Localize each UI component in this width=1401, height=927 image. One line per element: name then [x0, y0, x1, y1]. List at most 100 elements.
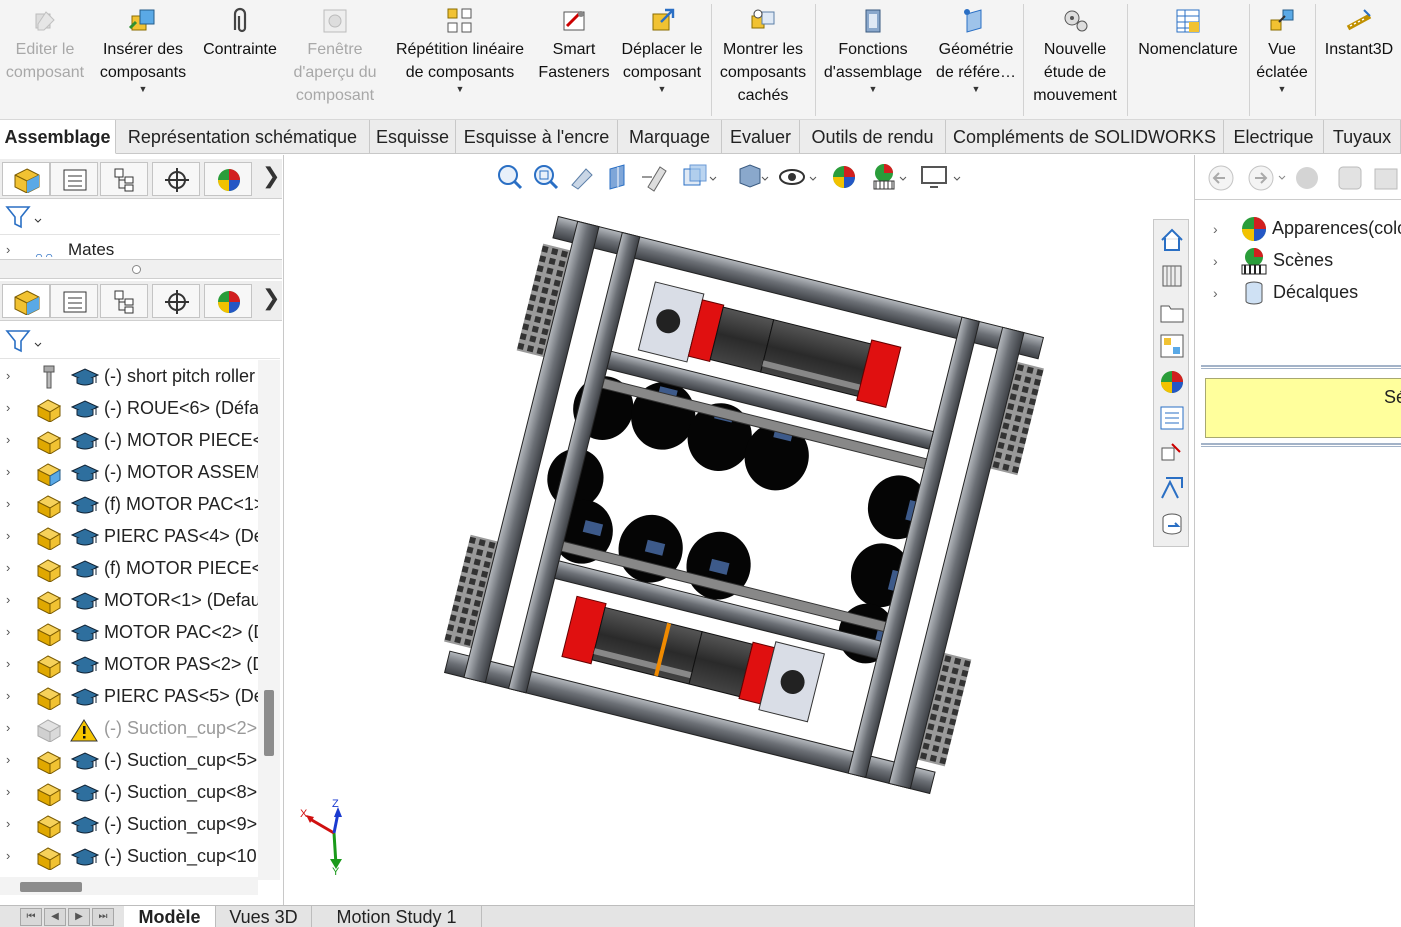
configuration-manager-tab[interactable]	[100, 162, 148, 196]
part-stack-icon[interactable]	[1374, 168, 1398, 190]
chevron-down-icon[interactable]: ▼	[386, 84, 534, 94]
file-explorer-icon[interactable]	[1158, 298, 1186, 326]
view-orientation-icon[interactable]	[683, 164, 717, 186]
tree-item[interactable]: › (-) MOTOR ASSEMB	[0, 456, 258, 488]
move-component-button[interactable]: Déplacer le composant ▼	[614, 4, 710, 94]
expand-arrow-icon[interactable]: ›	[6, 808, 10, 840]
exploded-view-button[interactable]: Vue éclatée ▼	[1251, 4, 1313, 94]
expand-arrow-icon[interactable]: ›	[6, 744, 10, 776]
vertical-scrollbar[interactable]	[258, 360, 280, 880]
expand-arrow-icon[interactable]: ›	[6, 392, 10, 424]
expand-arrow-icon[interactable]: ›	[6, 680, 10, 712]
expand-arrow-icon[interactable]: ›	[6, 584, 10, 616]
tab-assemblage[interactable]: Assemblage	[0, 120, 116, 154]
solidworks-forum-icon[interactable]	[1158, 438, 1186, 466]
tab-addins[interactable]: Compléments de SOLIDWORKS	[946, 120, 1224, 154]
previous-tab-button[interactable]: ◀	[44, 908, 66, 926]
component-cylinder-icon[interactable]	[1338, 166, 1362, 190]
tab-evaluate[interactable]: Evaluer	[722, 120, 800, 154]
bill-of-materials-button[interactable]: Nomenclature	[1129, 4, 1247, 61]
tab-ink-sketch[interactable]: Esquisse à l'encre	[456, 120, 618, 154]
task-item-decals[interactable]: › Décalques	[1213, 279, 1358, 307]
edit-component-button[interactable]: Editer le composant	[0, 4, 90, 84]
tab-schematic[interactable]: Représentation schématique	[116, 120, 370, 154]
expand-arrow-icon[interactable]: ›	[1213, 253, 1235, 269]
chevron-down-icon[interactable]: ▼	[931, 84, 1021, 94]
expand-arrow-icon[interactable]: ›	[1213, 285, 1235, 301]
appearances-scenes-icon[interactable]	[1158, 368, 1186, 396]
display-manager-tab[interactable]	[204, 284, 252, 318]
tree-item[interactable]: › (-) MOTOR PIECE<1	[0, 424, 258, 456]
tree-item[interactable]: › PIERC PAS<5> (Dét	[0, 680, 258, 712]
chevron-down-icon[interactable]: ▼	[817, 84, 929, 94]
scrollbar-thumb[interactable]	[264, 690, 274, 756]
home-icon[interactable]	[1158, 226, 1186, 254]
insert-components-button[interactable]: Insérer des composants ▼	[92, 4, 194, 94]
tab-markup[interactable]: Marquage	[618, 120, 722, 154]
tab-3d-views[interactable]: Vues 3D	[216, 906, 312, 927]
feature-manager-tab[interactable]	[2, 162, 50, 196]
expand-arrow-icon[interactable]: ›	[6, 776, 10, 808]
expand-arrow-icon[interactable]: ›	[6, 648, 10, 680]
appearance-ball-icon[interactable]	[1296, 167, 1318, 189]
component-preview-button[interactable]: Fenêtre d'aperçu du composant	[286, 4, 384, 107]
chevron-down-icon[interactable]: ▼	[614, 84, 710, 94]
assembly-3d-model[interactable]	[404, 185, 1084, 825]
expand-arrow-icon[interactable]: ›	[6, 840, 10, 872]
design-library-icon[interactable]	[1158, 262, 1186, 290]
graphics-area[interactable]: X Y Z	[284, 155, 1194, 905]
expand-arrow-icon[interactable]: ›	[6, 237, 10, 257]
first-tab-button[interactable]: ⏮	[20, 908, 42, 926]
tree-item[interactable]: › MOTOR PAC<2> (D	[0, 616, 258, 648]
view-palette-icon[interactable]	[1158, 332, 1186, 360]
back-arrow-icon[interactable]	[1208, 165, 1234, 191]
feature-manager-tab[interactable]	[2, 284, 50, 318]
new-motion-study-button[interactable]: Nouvelle étude de mouvement	[1025, 4, 1125, 107]
tab-sketch[interactable]: Esquisse	[370, 120, 456, 154]
configuration-manager-tab[interactable]	[100, 284, 148, 318]
tree-item[interactable]: › (-) Suction_cup<9>	[0, 808, 258, 840]
tab-motion-study[interactable]: Motion Study 1	[312, 906, 482, 927]
expand-arrow-icon[interactable]: ›	[1213, 221, 1235, 237]
tree-item[interactable]: › MOTOR<1> (Defau	[0, 584, 258, 616]
expand-arrow-icon[interactable]: ›	[6, 712, 10, 744]
tab-model[interactable]: Modèle	[124, 906, 216, 927]
tree-item[interactable]: › (-) Suction_cup<5>	[0, 744, 258, 776]
assembly-features-button[interactable]: Fonctions d'assemblage ▼	[817, 4, 929, 94]
expand-arrow-icon[interactable]: ›	[6, 616, 10, 648]
show-hidden-components-button[interactable]: Montrer les composants cachés	[713, 4, 813, 107]
tree-item[interactable]: › (-) Suction_cup<2>	[0, 712, 258, 744]
next-tab-button[interactable]: ▶	[68, 908, 90, 926]
3dexperience-icon[interactable]	[1158, 474, 1186, 502]
tab-piping[interactable]: Tuyaux	[1324, 120, 1401, 154]
horizontal-scrollbar[interactable]	[0, 877, 258, 895]
tree-item[interactable]: › (-) Suction_cup<8>	[0, 776, 258, 808]
tree-item[interactable]: › (f) MOTOR PAC<1>	[0, 488, 258, 520]
tree-item[interactable]: › (-) short pitch roller	[0, 360, 258, 392]
chevron-right-icon[interactable]: ❯	[262, 163, 280, 189]
custom-properties-icon[interactable]	[1158, 404, 1186, 432]
last-tab-button[interactable]: ⏭	[92, 908, 114, 926]
chevron-down-icon[interactable]: ▼	[92, 84, 194, 94]
dimxpert-tab[interactable]	[152, 284, 200, 318]
tree-item[interactable]: › (-) ROUE<6> (Défau	[0, 392, 258, 424]
tree-item[interactable]: › (f) MOTOR PIECE<3	[0, 552, 258, 584]
pane-splitter[interactable]	[0, 259, 282, 279]
tree-item[interactable]: › (-) Suction_cup<10	[0, 840, 258, 872]
expand-arrow-icon[interactable]: ›	[6, 520, 10, 552]
tree-item-mates[interactable]: › ∩∩ Mates	[0, 237, 258, 257]
task-item-appearances[interactable]: › Apparences(colo	[1213, 215, 1401, 243]
smart-fasteners-button[interactable]: Smart Fasteners	[536, 4, 612, 84]
filter-funnel-icon[interactable]	[4, 327, 44, 355]
task-item-scenes[interactable]: › Scènes	[1213, 247, 1333, 275]
expand-arrow-icon[interactable]: ›	[6, 360, 10, 392]
tab-electrical[interactable]: Electrique	[1224, 120, 1324, 154]
dimxpert-tab[interactable]	[152, 162, 200, 196]
scrollbar-thumb[interactable]	[20, 882, 82, 892]
tab-render-tools[interactable]: Outils de rendu	[800, 120, 946, 154]
view-settings-icon[interactable]	[921, 166, 961, 188]
instant3d-button[interactable]: Instant3D	[1317, 4, 1401, 61]
property-manager-tab[interactable]	[50, 162, 98, 196]
expand-arrow-icon[interactable]: ›	[6, 488, 10, 520]
expand-arrow-icon[interactable]: ›	[6, 424, 10, 456]
